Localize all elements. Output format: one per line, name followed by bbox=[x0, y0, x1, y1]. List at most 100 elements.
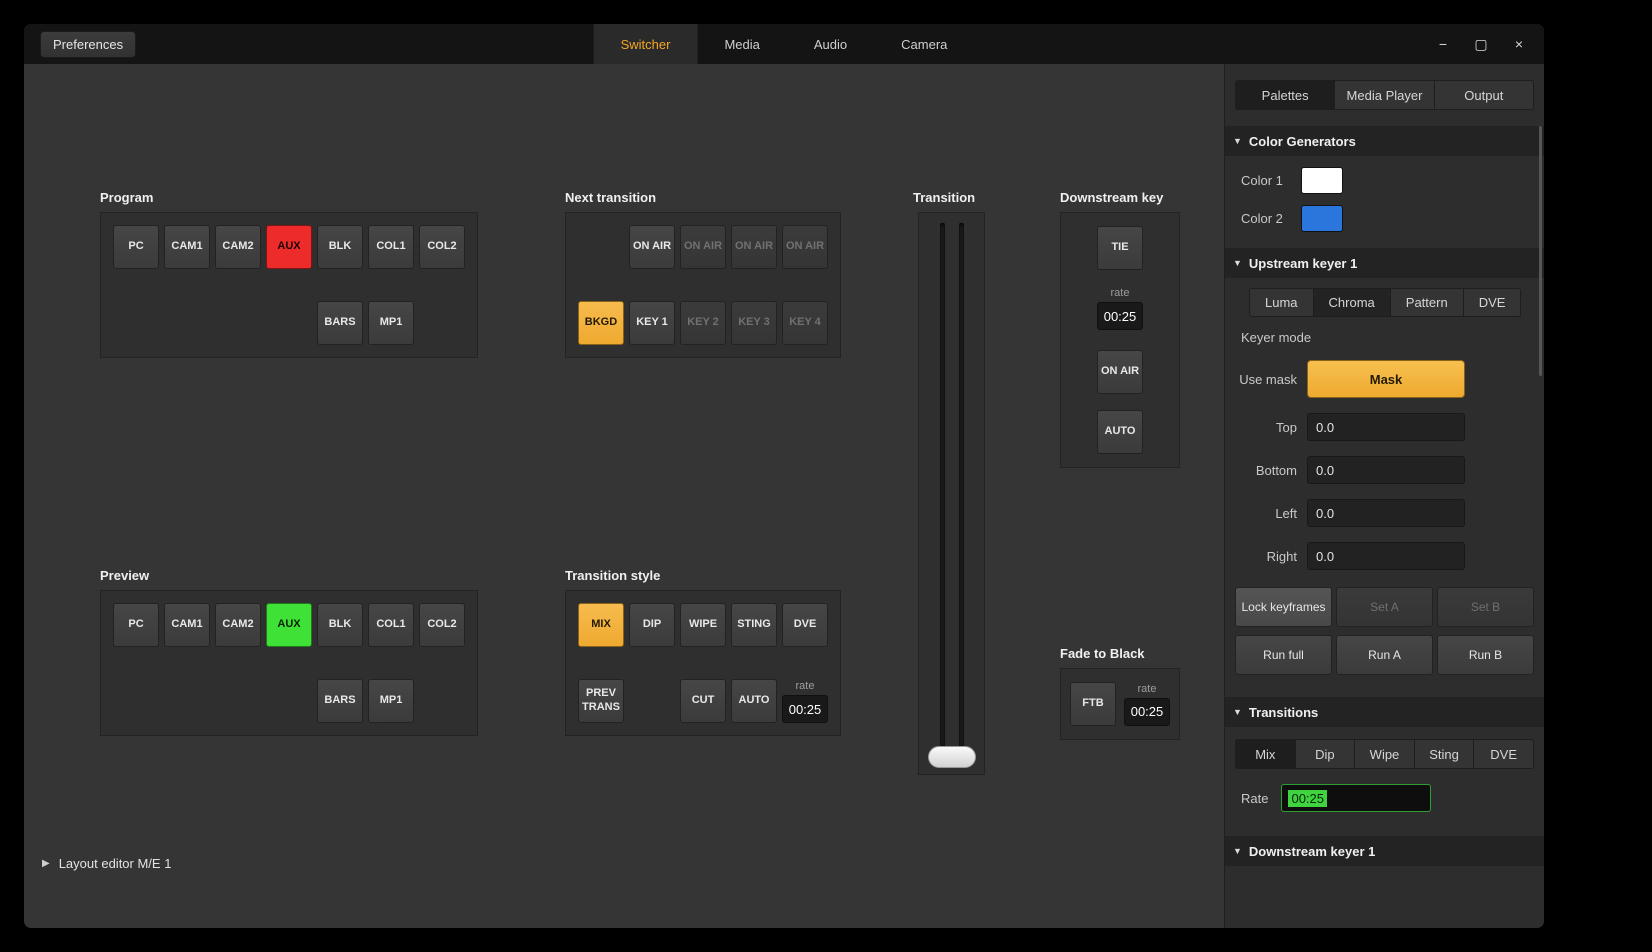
program-button-blk[interactable]: BLK bbox=[317, 225, 363, 269]
run-full-button[interactable]: Run full bbox=[1235, 635, 1332, 675]
maximize-icon[interactable]: ▢ bbox=[1474, 36, 1488, 53]
mask-toggle-button[interactable]: Mask bbox=[1307, 360, 1465, 398]
keyer-tab-chroma[interactable]: Chroma bbox=[1314, 288, 1391, 317]
mask-top-input[interactable] bbox=[1307, 413, 1465, 441]
expander-arrow-icon: ▶ bbox=[42, 858, 50, 869]
chevron-down-icon: ▼ bbox=[1233, 846, 1242, 856]
on-air-button-3[interactable]: ON AIR bbox=[731, 225, 777, 269]
ftb-rate: rate 00:25 bbox=[1124, 683, 1170, 726]
dip-button[interactable]: DIP bbox=[629, 603, 675, 647]
prev-trans-button[interactable]: PREV TRANS bbox=[578, 679, 624, 723]
ftb-rate-value[interactable]: 00:25 bbox=[1124, 698, 1170, 726]
upstream-keyer-header[interactable]: ▼ Upstream keyer 1 bbox=[1225, 248, 1544, 278]
fade-to-black-panel: FTB rate 00:25 bbox=[1060, 668, 1180, 740]
transition-rate-input[interactable]: 00:25 bbox=[1281, 784, 1431, 812]
program-row-2: BARS MP1 bbox=[317, 301, 465, 345]
color1-swatch[interactable] bbox=[1301, 167, 1343, 194]
transitions-header[interactable]: ▼ Transitions bbox=[1225, 697, 1544, 727]
preview-button-cam2[interactable]: CAM2 bbox=[215, 603, 261, 647]
style-rate-label: rate bbox=[796, 680, 815, 695]
dsk-auto-button[interactable]: AUTO bbox=[1097, 410, 1143, 454]
lock-keyframes-button[interactable]: Lock keyframes bbox=[1235, 587, 1332, 627]
bkgd-button[interactable]: BKGD bbox=[578, 301, 624, 345]
tab-media[interactable]: Media bbox=[697, 24, 786, 64]
set-a-button[interactable]: Set A bbox=[1336, 587, 1433, 627]
tab-audio[interactable]: Audio bbox=[787, 24, 874, 64]
preview-button-col2[interactable]: COL2 bbox=[419, 603, 465, 647]
tab-camera[interactable]: Camera bbox=[874, 24, 974, 64]
sidebar-scrollbar[interactable] bbox=[1539, 126, 1542, 376]
preview-button-cam1[interactable]: CAM1 bbox=[164, 603, 210, 647]
tab-output[interactable]: Output bbox=[1435, 80, 1534, 110]
downstream-keyer-header[interactable]: ▼ Downstream keyer 1 bbox=[1225, 836, 1544, 866]
preview-button-aux[interactable]: AUX bbox=[266, 603, 312, 647]
on-air-button-1[interactable]: ON AIR bbox=[629, 225, 675, 269]
set-b-button[interactable]: Set B bbox=[1437, 587, 1534, 627]
ftb-button[interactable]: FTB bbox=[1070, 682, 1116, 726]
mask-bottom-input[interactable] bbox=[1307, 456, 1465, 484]
preview-button-col1[interactable]: COL1 bbox=[368, 603, 414, 647]
program-button-bars[interactable]: BARS bbox=[317, 301, 363, 345]
layout-editor-expander[interactable]: ▶ Layout editor M/E 1 bbox=[42, 856, 171, 871]
key4-button[interactable]: KEY 4 bbox=[782, 301, 828, 345]
color-generators-header[interactable]: ▼ Color Generators bbox=[1225, 126, 1544, 156]
run-b-button[interactable]: Run B bbox=[1437, 635, 1534, 675]
dsk-on-air-button[interactable]: ON AIR bbox=[1097, 350, 1143, 394]
dve-button[interactable]: DVE bbox=[782, 603, 828, 647]
trans-tab-sting[interactable]: Sting bbox=[1415, 739, 1475, 769]
tab-switcher[interactable]: Switcher bbox=[594, 24, 698, 64]
dsk-rate-value[interactable]: 00:25 bbox=[1097, 302, 1143, 330]
program-button-col2[interactable]: COL2 bbox=[419, 225, 465, 269]
mask-right-input[interactable] bbox=[1307, 542, 1465, 570]
run-a-button[interactable]: Run A bbox=[1336, 635, 1433, 675]
program-button-aux[interactable]: AUX bbox=[266, 225, 312, 269]
preview-button-blk[interactable]: BLK bbox=[317, 603, 363, 647]
run-button-row: Run full Run A Run B bbox=[1235, 635, 1534, 675]
keyer-tab-dve[interactable]: DVE bbox=[1464, 288, 1522, 317]
program-button-pc[interactable]: PC bbox=[113, 225, 159, 269]
program-button-mp1[interactable]: MP1 bbox=[368, 301, 414, 345]
app-window: Preferences Switcher Media Audio Camera … bbox=[24, 24, 1544, 928]
mask-top-row: Top bbox=[1233, 413, 1544, 441]
key3-button[interactable]: KEY 3 bbox=[731, 301, 777, 345]
transitions-title: Transitions bbox=[1249, 705, 1318, 720]
tab-palettes[interactable]: Palettes bbox=[1235, 80, 1335, 110]
cut-button[interactable]: CUT bbox=[680, 679, 726, 723]
downstream-key-title: Downstream key bbox=[1060, 190, 1180, 206]
close-icon[interactable]: × bbox=[1512, 36, 1526, 52]
program-button-cam2[interactable]: CAM2 bbox=[215, 225, 261, 269]
key1-button[interactable]: KEY 1 bbox=[629, 301, 675, 345]
use-mask-label: Use mask bbox=[1233, 372, 1297, 387]
color2-swatch[interactable] bbox=[1301, 205, 1343, 232]
mask-bottom-row: Bottom bbox=[1233, 456, 1544, 484]
tab-media-player[interactable]: Media Player bbox=[1335, 80, 1434, 110]
style-rate-value[interactable]: 00:25 bbox=[782, 695, 828, 723]
minimize-icon[interactable]: − bbox=[1436, 36, 1450, 52]
trans-tab-wipe[interactable]: Wipe bbox=[1355, 739, 1415, 769]
preview-panel: PC CAM1 CAM2 AUX BLK COL1 COL2 BARS MP1 bbox=[100, 590, 478, 736]
preview-button-pc[interactable]: PC bbox=[113, 603, 159, 647]
on-air-button-4[interactable]: ON AIR bbox=[782, 225, 828, 269]
preview-button-mp1[interactable]: MP1 bbox=[368, 679, 414, 723]
tie-button[interactable]: TIE bbox=[1097, 226, 1143, 270]
trans-tab-dve[interactable]: DVE bbox=[1474, 739, 1534, 769]
trans-tab-dip[interactable]: Dip bbox=[1296, 739, 1356, 769]
tbar-handle[interactable] bbox=[928, 746, 976, 768]
use-mask-row: Use mask Mask bbox=[1233, 360, 1544, 398]
on-air-button-2[interactable]: ON AIR bbox=[680, 225, 726, 269]
wipe-button[interactable]: WIPE bbox=[680, 603, 726, 647]
preview-button-bars[interactable]: BARS bbox=[317, 679, 363, 723]
key2-button[interactable]: KEY 2 bbox=[680, 301, 726, 345]
preferences-button[interactable]: Preferences bbox=[40, 31, 136, 58]
transition-rate-label: Rate bbox=[1241, 791, 1268, 806]
chevron-down-icon: ▼ bbox=[1233, 707, 1242, 717]
keyer-tab-pattern[interactable]: Pattern bbox=[1391, 288, 1464, 317]
mix-button[interactable]: MIX bbox=[578, 603, 624, 647]
program-button-cam1[interactable]: CAM1 bbox=[164, 225, 210, 269]
program-button-col1[interactable]: COL1 bbox=[368, 225, 414, 269]
trans-tab-mix[interactable]: Mix bbox=[1235, 739, 1296, 769]
sting-button[interactable]: STING bbox=[731, 603, 777, 647]
mask-left-input[interactable] bbox=[1307, 499, 1465, 527]
keyer-tab-luma[interactable]: Luma bbox=[1249, 288, 1314, 317]
auto-button[interactable]: AUTO bbox=[731, 679, 777, 723]
